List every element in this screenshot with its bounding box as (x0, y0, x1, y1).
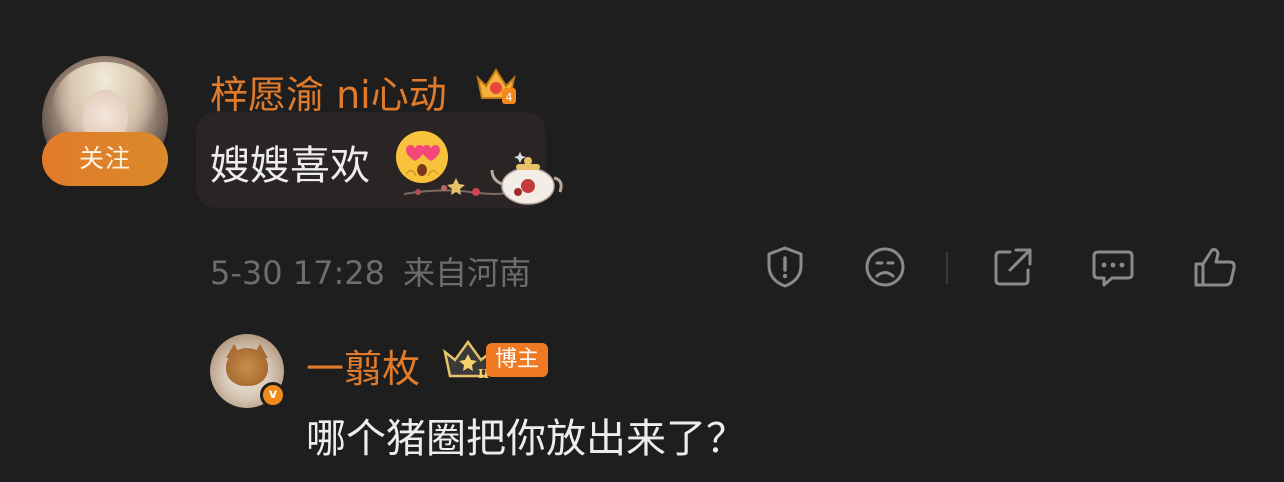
comment-location: 来自河南 (403, 254, 532, 292)
like-button[interactable] (1192, 244, 1238, 290)
action-divider (946, 252, 948, 284)
share-button[interactable] (990, 244, 1036, 290)
comment-button[interactable] (1090, 244, 1136, 290)
blogger-badge: 博主 (486, 343, 549, 377)
level-badge: 4 (506, 91, 513, 104)
report-button[interactable] (762, 244, 808, 290)
comment-thread: 关注 梓愿渝 ni心动 4 嫂嫂喜欢 5-30 17:28 来自河南 v 一翦枚… (0, 0, 1284, 482)
comment-username[interactable]: 梓愿渝 ni心动 (210, 64, 447, 119)
reply-username[interactable]: 一翦枚 (306, 338, 420, 393)
report-icon (767, 246, 803, 288)
share-icon (994, 248, 1032, 286)
verified-badge: v (260, 382, 286, 408)
teapot-sticker (403, 152, 563, 205)
crown-icon: 4 (476, 68, 516, 104)
comment-text: 嫂嫂喜欢 (210, 143, 370, 189)
comment-icon (1092, 250, 1134, 287)
reply-text: 哪个猪圈把你放出来了？ (306, 416, 746, 462)
dislike-icon (865, 247, 905, 287)
comment-timestamp: 5-30 17:28 (210, 254, 386, 292)
comment-meta: 5-30 17:28 来自河南 (210, 248, 531, 294)
dislike-button[interactable] (862, 244, 908, 290)
follow-button[interactable]: 关注 (42, 132, 168, 186)
like-icon (1194, 248, 1236, 287)
